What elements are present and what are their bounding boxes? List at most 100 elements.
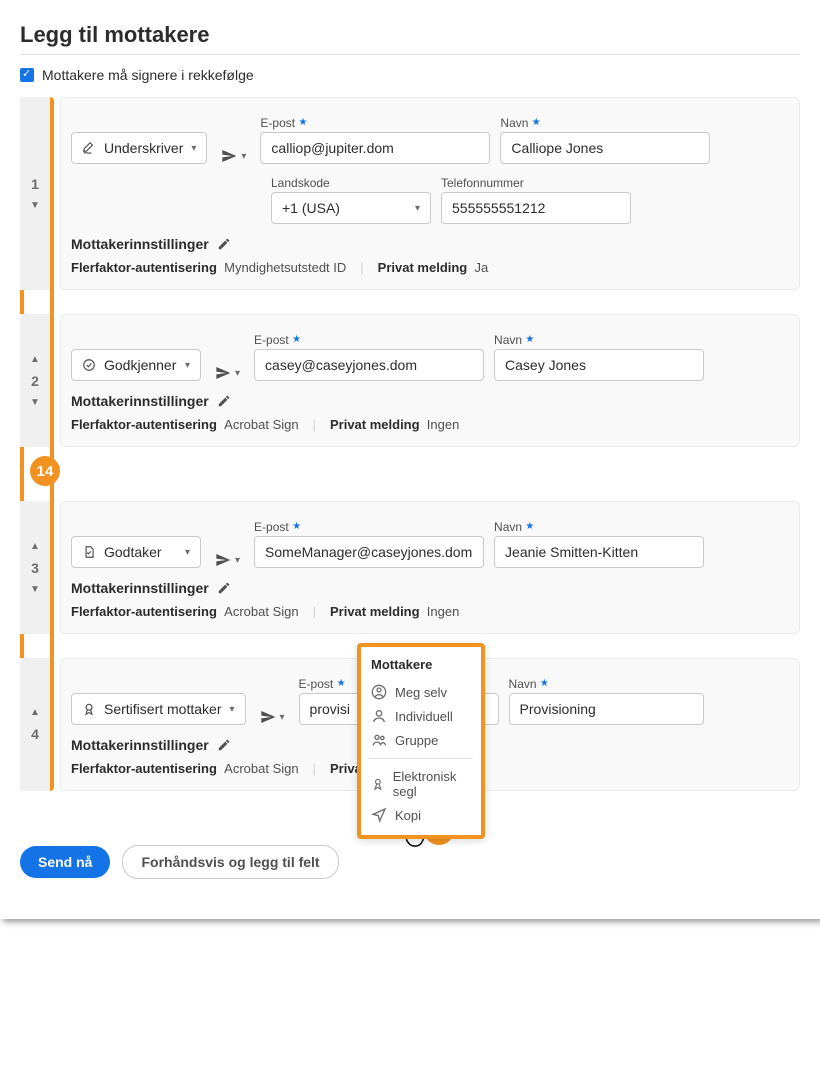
chevron-down-icon: ▾ (235, 368, 240, 379)
sign-in-order-label: Mottakere må signere i rekkefølge (42, 67, 254, 83)
mfa-value: Acrobat Sign (224, 604, 298, 619)
recipient-settings-heading: Mottakerinnstillinger (71, 393, 209, 409)
mfa-value: Acrobat Sign (224, 417, 298, 432)
pen-icon (82, 141, 96, 155)
edit-settings-button[interactable] (217, 237, 231, 251)
page-container: Legg til mottakere Mottakere må signere … (0, 0, 820, 919)
role-select[interactable]: Godkjenner ▾ (71, 349, 201, 381)
edit-settings-button[interactable] (217, 394, 231, 408)
recipient-settings-heading: Mottakerinnstillinger (71, 580, 209, 596)
email-label: E-post ★ (254, 333, 484, 347)
email-input[interactable] (260, 132, 490, 164)
recipient-card: Underskriver ▾ ▾ E-post ★ Navn ★ (60, 97, 800, 290)
popup-item-group[interactable]: Gruppe (369, 728, 473, 752)
page-title: Legg til mottakere (20, 22, 800, 55)
order-number: 3 (31, 560, 39, 576)
person-icon (371, 708, 387, 724)
edit-settings-button[interactable] (217, 738, 231, 752)
order-column: ▲ 2 ▼ (20, 314, 50, 447)
popup-item-copy[interactable]: Kopi (369, 803, 473, 827)
delivery-method-select[interactable]: ▾ (217, 148, 250, 164)
order-column: ▲ 3 ▼ (20, 501, 50, 634)
user-circle-icon (371, 684, 387, 700)
role-select[interactable]: Sertifisert mottaker ▾ (71, 693, 246, 725)
sign-in-order-checkbox[interactable] (20, 68, 34, 82)
recipient-row: ▲ 3 ▼ Godtaker ▾ (20, 501, 800, 634)
chevron-up-icon[interactable]: ▲ (30, 707, 40, 718)
recipient-card: Godkjenner ▾ ▾ E-post ★ Navn ★ (60, 314, 800, 447)
mfa-value: Myndighetsutstedt ID (224, 260, 346, 275)
popup-title: Mottakere (369, 657, 473, 672)
email-input[interactable] (254, 536, 484, 568)
private-msg-value: Ja (474, 260, 488, 275)
email-label: E-post ★ (254, 520, 484, 534)
send-icon (371, 807, 387, 823)
chevron-down-icon[interactable]: ▼ (30, 200, 40, 211)
group-icon (371, 732, 387, 748)
phone-input[interactable] (441, 192, 631, 224)
role-select[interactable]: Underskriver ▾ (71, 132, 207, 164)
recipient-settings-heading: Mottakerinnstillinger (71, 236, 209, 252)
spacer: 14 (20, 471, 800, 501)
chevron-down-icon: ▾ (235, 555, 240, 566)
chevron-down-icon: ▾ (241, 151, 246, 162)
edit-settings-button[interactable] (217, 581, 231, 595)
chevron-down-icon: ▾ (191, 143, 196, 154)
chevron-down-icon: ▾ (185, 547, 190, 558)
country-code-select[interactable]: +1 (USA) ▾ (271, 192, 431, 224)
email-label: E-post ★ (260, 116, 490, 130)
phone-label: Telefonnummer (441, 176, 631, 190)
send-icon (215, 552, 231, 568)
name-input[interactable] (494, 349, 704, 381)
callout-14: 14 (30, 456, 60, 486)
send-icon (260, 709, 276, 725)
role-select[interactable]: Godtaker ▾ (71, 536, 201, 568)
mfa-value: Acrobat Sign (224, 761, 298, 776)
role-label: Godkjenner (104, 357, 176, 373)
chevron-up-icon[interactable]: ▲ (30, 541, 40, 552)
document-check-icon (82, 545, 96, 559)
order-column: ▲ 4 (20, 658, 50, 791)
recipient-settings-heading: Mottakerinnstillinger (71, 737, 209, 753)
send-icon (221, 148, 237, 164)
name-label: Navn ★ (494, 333, 704, 347)
recipients-list: 1 ▼ Underskriver ▾ (20, 97, 800, 791)
recipient-card: Sertifisert mottaker ▾ ▾ E-post ★ Navn ★ (60, 658, 800, 791)
chevron-down-icon: ▾ (280, 712, 285, 723)
country-code-label: Landskode (271, 176, 431, 190)
recipient-row: ▲ 4 Sertifisert mottaker ▾ (20, 658, 800, 791)
chevron-down-icon[interactable]: ▼ (30, 397, 40, 408)
name-input[interactable] (509, 693, 704, 725)
chevron-down-icon: ▾ (185, 360, 190, 371)
name-label: Navn ★ (509, 677, 704, 691)
name-input[interactable] (500, 132, 710, 164)
check-circle-icon (82, 358, 96, 372)
name-input[interactable] (494, 536, 704, 568)
chevron-down-icon[interactable]: ▼ (30, 584, 40, 595)
role-label: Godtaker (104, 544, 162, 560)
delivery-method-select[interactable]: ▾ (256, 709, 289, 725)
ribbon-icon (82, 702, 96, 716)
send-icon (215, 365, 231, 381)
delivery-method-select[interactable]: ▾ (211, 365, 244, 381)
popup-item-myself[interactable]: Meg selv (369, 680, 473, 704)
recipient-card: Godtaker ▾ ▾ E-post ★ Navn ★ (60, 501, 800, 634)
footer-actions: Send nå Forhåndsvis og legg til felt (20, 845, 800, 879)
order-number: 4 (31, 726, 39, 742)
seal-icon (371, 776, 385, 792)
popup-item-individual[interactable]: Individuell (369, 704, 473, 728)
preview-fields-button[interactable]: Forhåndsvis og legg til felt (122, 845, 338, 879)
name-label: Navn ★ (500, 116, 710, 130)
sign-in-order-row[interactable]: Mottakere må signere i rekkefølge (20, 67, 800, 83)
email-input[interactable] (254, 349, 484, 381)
name-label: Navn ★ (494, 520, 704, 534)
delivery-method-select[interactable]: ▾ (211, 552, 244, 568)
recipient-type-popup: Mottakere Meg selv Individuell Gruppe (357, 643, 485, 839)
private-msg-value: Ingen (427, 417, 460, 432)
recipient-row: 1 ▼ Underskriver ▾ (20, 97, 800, 290)
chevron-up-icon[interactable]: ▲ (30, 354, 40, 365)
send-now-button[interactable]: Send nå (20, 846, 110, 878)
recipient-row: ▲ 2 ▼ Godkjenner ▾ (20, 314, 800, 447)
popup-item-seal[interactable]: Elektronisk segl (369, 765, 473, 803)
order-column: 1 ▼ (20, 97, 50, 290)
